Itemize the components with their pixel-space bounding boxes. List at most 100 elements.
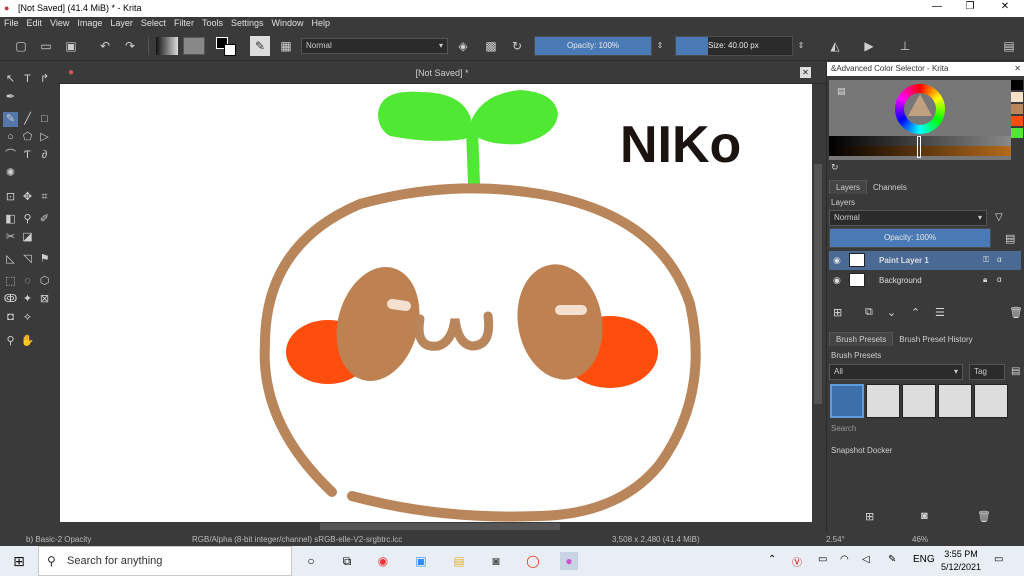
move-layer-down-icon[interactable]: ⌄ (887, 306, 896, 319)
menu-file[interactable]: File (0, 17, 23, 29)
hue-ring[interactable] (895, 84, 945, 134)
measure-tool-icon[interactable]: ◹ (20, 252, 35, 267)
krita-taskbar-icon[interactable]: ● (560, 552, 578, 570)
line-tool-icon[interactable]: ╱ (20, 112, 35, 127)
preset-filter-select[interactable]: All ▾ (829, 364, 963, 380)
cortana-icon[interactable]: ○ (302, 552, 320, 570)
freehand-brush-tool-icon[interactable]: ✎ (3, 112, 18, 127)
file-explorer-icon[interactable]: ▤ (450, 552, 468, 570)
battery-icon[interactable]: ▭ (818, 554, 827, 565)
dockers-menu-icon[interactable]: ▤ (1000, 37, 1018, 55)
language-indicator[interactable]: ENG (913, 554, 935, 565)
menu-image[interactable]: Image (73, 17, 106, 29)
pattern-selector[interactable] (183, 37, 205, 55)
add-snapshot-icon[interactable]: ⊞ (865, 510, 874, 523)
wifi-icon[interactable]: ◠ (840, 554, 849, 565)
vertical-scrollbar[interactable] (812, 84, 824, 522)
opera-icon[interactable]: ◯ (524, 552, 542, 570)
brush-preset-1[interactable] (830, 384, 864, 418)
layer-row-background[interactable]: ◉ Background 🔒︎ α (829, 271, 1021, 290)
close-button[interactable]: ✕ (990, 1, 1020, 16)
eraser-icon[interactable]: ◈ (454, 37, 472, 55)
layer-menu-icon[interactable]: ▤ (1005, 232, 1015, 245)
preset-search[interactable]: Search (831, 424, 856, 433)
add-layer-icon[interactable]: ⊞ (833, 306, 842, 319)
filter-icon[interactable]: ▽ (995, 212, 1003, 223)
horizontal-scrollbar[interactable] (60, 522, 812, 531)
transform-tool-icon[interactable]: ⊡ (3, 190, 18, 205)
move-layer-up-icon[interactable]: ⌃ (911, 306, 920, 319)
color-history-cream[interactable] (1011, 92, 1023, 102)
visibility-eye-icon[interactable]: ◉ (833, 255, 841, 266)
camera-icon[interactable]: ◙ (921, 510, 928, 522)
save-icon[interactable]: ▣ (62, 37, 80, 55)
maximize-button[interactable]: ❐ (955, 1, 985, 16)
advanced-color-selector[interactable]: ▤ (829, 80, 1011, 160)
menu-window[interactable]: Window (267, 17, 307, 29)
zoom-app-icon[interactable]: ▣ (412, 552, 430, 570)
close-document-icon[interactable]: ✕ (800, 67, 811, 78)
background-color-swatch[interactable] (224, 44, 236, 56)
rect-select-tool-icon[interactable]: ⬚ (3, 274, 18, 289)
bezier-select-tool-icon[interactable]: ◘ (3, 310, 18, 325)
tag-select[interactable]: Tag (969, 364, 1005, 380)
reload-preset-icon[interactable]: ↻ (508, 37, 526, 55)
drawing-canvas[interactable]: NIKo (60, 84, 812, 522)
brush-preset-icon[interactable]: ✎ (250, 36, 270, 56)
opacity-slider[interactable]: Opacity: 100% (534, 36, 652, 56)
color-history-green[interactable] (1011, 128, 1023, 138)
move-tool-icon[interactable]: ✥ (20, 190, 35, 205)
ellipse-select-tool-icon[interactable]: ◌ (20, 274, 35, 289)
taskbar-search[interactable]: ⚲ Search for anything (38, 546, 292, 576)
menu-layer[interactable]: Layer (106, 17, 137, 29)
dynamic-brush-tool-icon[interactable]: ∂ (37, 148, 52, 163)
reference-tool-icon[interactable]: ⚑ (37, 252, 52, 267)
menu-help[interactable]: Help (308, 17, 335, 29)
blend-mode-select[interactable]: Normal ▾ (301, 38, 448, 54)
pen-icon[interactable]: ✎ (888, 554, 896, 565)
freehand-select-tool-icon[interactable]: ↂ (3, 292, 18, 307)
clock-time[interactable]: 3:55 PM (942, 549, 980, 559)
edit-shapes-tool-icon[interactable]: ↱ (37, 72, 52, 87)
colorize-mask-tool-icon[interactable]: ✐ (37, 212, 52, 227)
pan-tool-icon[interactable]: ✋ (20, 334, 35, 349)
polygon-select-tool-icon[interactable]: ⬡ (37, 274, 52, 289)
magnetic-select-tool-icon[interactable]: ⟡ (20, 310, 35, 325)
minimize-button[interactable]: — (922, 1, 952, 16)
menu-select[interactable]: Select (137, 17, 170, 29)
redo-icon[interactable]: ↷ (121, 37, 139, 55)
tray-chevron-icon[interactable]: ⌃ (768, 554, 776, 565)
text-tool-icon[interactable]: T (20, 72, 35, 87)
similar-select-tool-icon[interactable]: ⊠ (37, 292, 52, 307)
undo-icon[interactable]: ↶ (96, 37, 114, 55)
tab-channels[interactable]: Channels (867, 181, 913, 194)
document-tab[interactable]: ● [Not Saved] * ✕ (58, 62, 826, 84)
new-document-icon[interactable]: ▢ (12, 37, 30, 55)
refresh-icon[interactable]: ↻ (831, 162, 839, 173)
mirror-vertical-icon[interactable]: ▶ (860, 37, 878, 55)
layer-opacity-slider[interactable]: Opacity: 100% (829, 228, 991, 248)
rectangle-tool-icon[interactable]: □ (37, 112, 52, 127)
saturation-triangle[interactable] (908, 94, 932, 116)
antivirus-icon[interactable]: Ⓥ (792, 554, 802, 569)
tab-brush-history[interactable]: Brush Preset History (893, 333, 978, 346)
lock-icon[interactable]: 🔒︎ (983, 275, 987, 285)
brush-preset-5[interactable] (974, 384, 1008, 418)
delete-snapshot-icon[interactable]: 🗑︎ (977, 510, 991, 523)
tab-layers[interactable]: Layers (829, 180, 868, 194)
calligraphy-tool-icon[interactable]: ✒ (3, 90, 18, 105)
select-shape-tool-icon[interactable]: ↖ (3, 72, 18, 87)
size-slider[interactable]: Size: 40.00 px (675, 36, 793, 56)
duplicate-layer-icon[interactable]: ⧉ (865, 306, 873, 319)
alpha-icon[interactable]: α (997, 275, 1002, 284)
task-view-icon[interactable]: ⧉ (338, 552, 356, 570)
alpha-icon[interactable]: α (997, 255, 1002, 264)
gradient-tool-icon[interactable]: ◧ (3, 212, 18, 227)
color-history-orange[interactable] (1011, 116, 1023, 126)
wrap-around-icon[interactable]: ⊥ (896, 37, 914, 55)
multibrush-tool-icon[interactable]: ✺ (3, 166, 18, 181)
brush-preset-4[interactable] (938, 384, 972, 418)
polygon-tool-icon[interactable]: ⬠ (20, 130, 35, 145)
notifications-icon[interactable]: ▭ (994, 554, 1003, 565)
brush-settings-icon[interactable]: ▦ (277, 37, 295, 55)
